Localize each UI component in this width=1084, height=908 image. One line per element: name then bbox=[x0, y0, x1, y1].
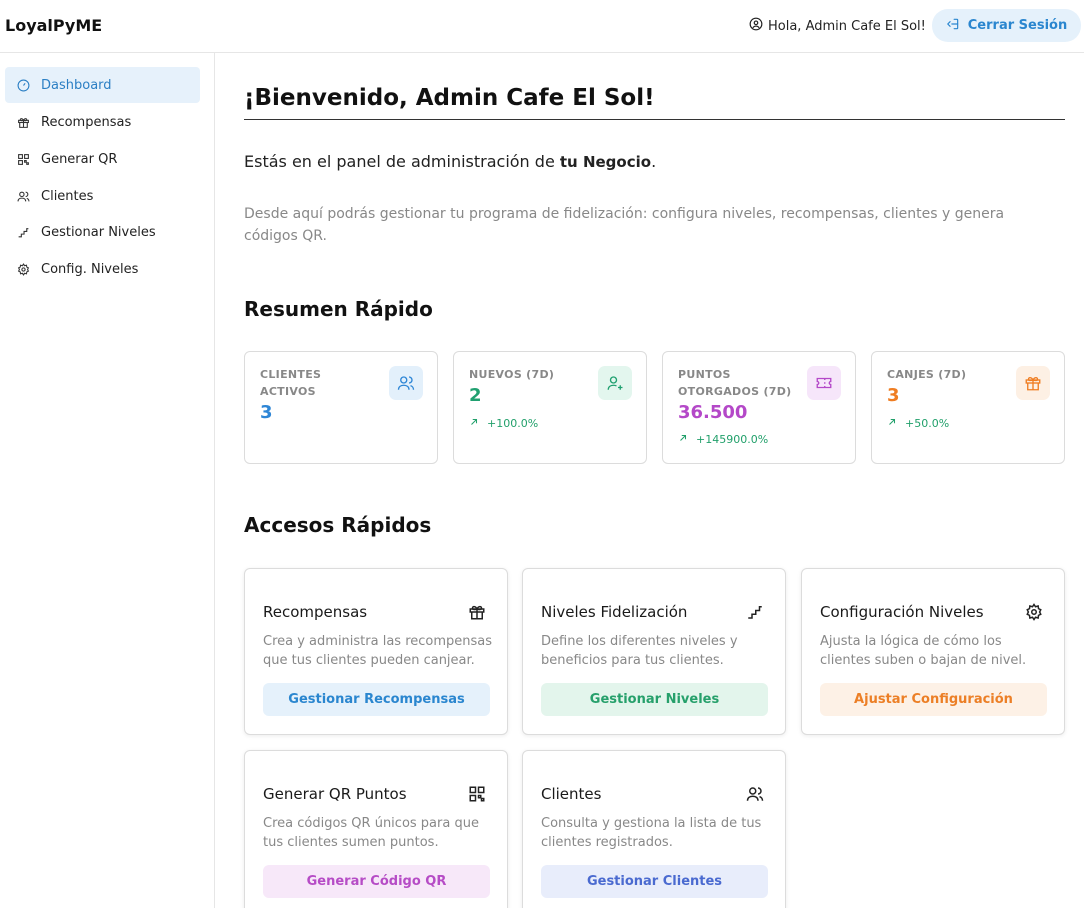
user-plus-icon bbox=[598, 366, 632, 400]
card-description: Consulta y gestiona la lista de tus clie… bbox=[541, 816, 762, 850]
card-title: Niveles Fidelización bbox=[541, 603, 688, 621]
gift-icon bbox=[16, 115, 30, 129]
quick-card-configuracion: Configuración Niveles Ajusta la lógica d… bbox=[801, 568, 1065, 735]
logout-icon bbox=[946, 17, 960, 35]
quick-card-clientes: Clientes Consulta y gestiona la lista de… bbox=[522, 750, 786, 908]
stat-value: 3 bbox=[887, 385, 900, 406]
card-title: Configuración Niveles bbox=[820, 603, 984, 621]
manage-rewards-button[interactable]: Gestionar Recompensas bbox=[263, 683, 490, 716]
quick-card-recompensas: Recompensas Crea y administra las recomp… bbox=[244, 568, 508, 735]
sidebar-item-label: Config. Niveles bbox=[41, 261, 139, 277]
logout-button[interactable]: Cerrar Sesión bbox=[932, 9, 1081, 42]
stat-label: CANJES (7D) bbox=[887, 368, 967, 381]
stat-delta-value: +100.0% bbox=[487, 417, 539, 430]
business-name: tu Negocio bbox=[559, 153, 652, 171]
sidebar-item-label: Generar QR bbox=[41, 151, 118, 167]
quick-card-generar-qr: Generar QR Puntos Crea códigos QR únicos… bbox=[244, 750, 508, 908]
stat-card-clientes-activos: CLIENTES ACTIVOS 3 bbox=[244, 351, 438, 464]
stat-label: CLIENTES ACTIVOS bbox=[260, 368, 322, 398]
page-description: Desde aquí podrás gestionar tu programa … bbox=[244, 206, 1005, 244]
stat-label: NUEVOS (7D) bbox=[469, 368, 555, 381]
user-circle-icon bbox=[749, 17, 763, 35]
card-title: Recompensas bbox=[263, 603, 368, 621]
stat-delta-value: +50.0% bbox=[905, 417, 950, 430]
card-description: Ajusta la lógica de cómo los clientes su… bbox=[820, 634, 1027, 668]
lead-suffix: . bbox=[651, 152, 657, 171]
users-icon bbox=[745, 784, 765, 804]
sidebar: Dashboard Recompensas Generar QR Cliente… bbox=[0, 53, 215, 908]
sidebar-item-config-niveles[interactable]: Config. Niveles bbox=[5, 251, 200, 287]
ticket-icon bbox=[807, 366, 841, 400]
stat-delta: +100.0% bbox=[469, 417, 538, 430]
stat-label: PUNTOS OTORGADOS (7D) bbox=[678, 368, 792, 398]
lead-prefix: Estás en el panel de administración de bbox=[244, 152, 560, 171]
sidebar-item-recompensas[interactable]: Recompensas bbox=[5, 104, 200, 140]
card-description: Define los diferentes niveles y benefici… bbox=[541, 634, 738, 668]
stairs-icon bbox=[16, 225, 30, 239]
greeting-text: Hola, Admin Cafe El Sol! bbox=[768, 18, 926, 34]
adjust-config-button[interactable]: Ajustar Configuración bbox=[820, 683, 1047, 716]
quick-card-niveles: Niveles Fidelización Define los diferent… bbox=[522, 568, 786, 735]
title-divider bbox=[244, 119, 1065, 120]
qr-icon bbox=[16, 152, 30, 166]
sidebar-item-label: Dashboard bbox=[41, 77, 112, 93]
stat-card-canjes: CANJES (7D) 3 +50.0% bbox=[871, 351, 1065, 464]
summary-heading: Resumen Rápido bbox=[244, 297, 433, 321]
users-icon bbox=[16, 189, 30, 203]
sidebar-item-label: Clientes bbox=[41, 188, 94, 204]
generate-qr-button[interactable]: Generar Código QR bbox=[263, 865, 490, 898]
gift-icon bbox=[467, 602, 487, 622]
quick-access-heading: Accesos Rápidos bbox=[244, 513, 432, 537]
gift-icon bbox=[1016, 366, 1050, 400]
sidebar-item-clientes[interactable]: Clientes bbox=[5, 178, 200, 214]
page-title: ¡Bienvenido, Admin Cafe El Sol! bbox=[244, 85, 655, 111]
stat-delta-value: +145900.0% bbox=[696, 433, 769, 446]
sidebar-item-label: Gestionar Niveles bbox=[41, 224, 156, 240]
sidebar-item-label: Recompensas bbox=[41, 114, 132, 130]
card-title: Generar QR Puntos bbox=[263, 785, 407, 803]
lead-text: Estás en el panel de administración de t… bbox=[244, 152, 656, 171]
users-icon bbox=[389, 366, 423, 400]
stat-value: 36.500 bbox=[678, 402, 748, 423]
card-description: Crea códigos QR únicos para que tus clie… bbox=[263, 816, 479, 850]
card-title: Clientes bbox=[541, 785, 602, 803]
logout-label: Cerrar Sesión bbox=[967, 18, 1068, 33]
trend-up-icon bbox=[469, 417, 479, 430]
stat-delta: +50.0% bbox=[887, 417, 949, 430]
sidebar-item-generar-qr[interactable]: Generar QR bbox=[5, 141, 200, 177]
trend-up-icon bbox=[887, 417, 897, 430]
user-greeting: Hola, Admin Cafe El Sol! bbox=[749, 17, 926, 35]
card-description: Crea y administra las recompensas que tu… bbox=[263, 634, 493, 668]
gauge-icon bbox=[16, 78, 30, 92]
manage-clients-button[interactable]: Gestionar Clientes bbox=[541, 865, 768, 898]
stairs-icon bbox=[745, 602, 765, 622]
qr-icon bbox=[467, 784, 487, 804]
stat-delta: +145900.0% bbox=[678, 433, 768, 446]
sidebar-item-gestionar-niveles[interactable]: Gestionar Niveles bbox=[5, 214, 200, 250]
top-header: LoyalPyME Hola, Admin Cafe El Sol! Cerra… bbox=[0, 0, 1084, 53]
stat-card-puntos: PUNTOS OTORGADOS (7D) 36.500 +145900.0% bbox=[662, 351, 856, 464]
sidebar-item-dashboard[interactable]: Dashboard bbox=[5, 67, 200, 103]
stat-value: 3 bbox=[260, 402, 273, 423]
trend-up-icon bbox=[678, 433, 688, 446]
stat-card-nuevos: NUEVOS (7D) 2 +100.0% bbox=[453, 351, 647, 464]
gear-icon bbox=[16, 262, 30, 276]
stat-value: 2 bbox=[469, 385, 482, 406]
brand-logo[interactable]: LoyalPyME bbox=[5, 16, 102, 35]
manage-levels-button[interactable]: Gestionar Niveles bbox=[541, 683, 768, 716]
gear-icon bbox=[1024, 602, 1044, 622]
